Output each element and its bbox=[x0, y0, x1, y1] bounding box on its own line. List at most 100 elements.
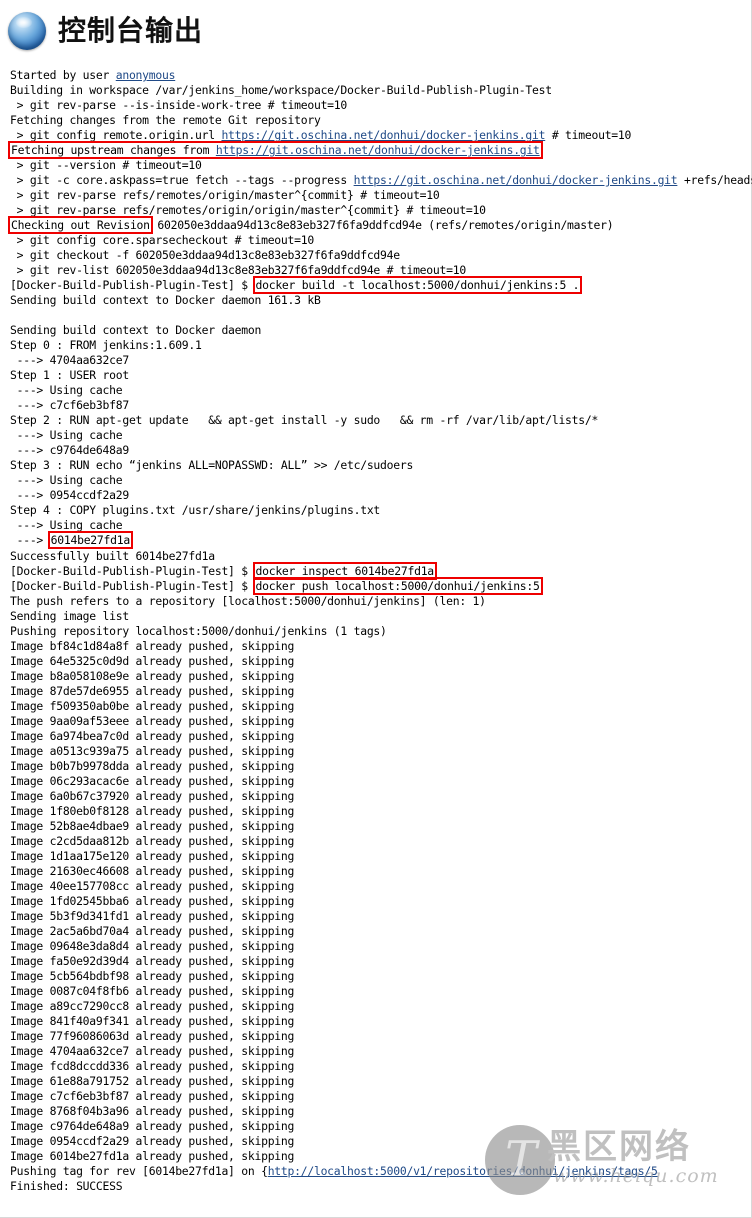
console-text: > git config core.sparsecheckout # timeo… bbox=[10, 233, 315, 248]
console-line: Image 87de57de6955 already pushed, skipp… bbox=[10, 684, 752, 699]
console-link[interactable]: anonymous bbox=[116, 68, 176, 82]
console-text: # timeout=10 bbox=[545, 128, 632, 143]
console-text: Image 1f80eb0f8128 already pushed, skipp… bbox=[10, 803, 295, 818]
page-header: 控制台输出 bbox=[0, 0, 751, 52]
highlight-box: docker build -t localhost:5000/donhui/je… bbox=[252, 276, 583, 295]
console-line: Step 4 : COPY plugins.txt /usr/share/jen… bbox=[10, 503, 752, 518]
console-text: Finished: SUCCESS bbox=[10, 1179, 123, 1194]
console-text: Sending build context to Docker daemon 1… bbox=[10, 293, 321, 308]
console-line: Image c2cd5daa812b already pushed, skipp… bbox=[10, 834, 752, 849]
console-text: Image 77f96086063d already pushed, skipp… bbox=[10, 1029, 295, 1043]
console-line: Image a0513c939a75 already pushed, skipp… bbox=[10, 744, 752, 759]
console-text: Image c7cf6eb3bf87 already pushed, skipp… bbox=[10, 1089, 295, 1104]
console-line: Image 06c293acac6e already pushed, skipp… bbox=[10, 774, 752, 789]
console-text: Image 6a0b67c37920 already pushed, skipp… bbox=[10, 788, 295, 803]
console-line: Step 0 : FROM jenkins:1.609.1 bbox=[10, 338, 752, 353]
console-line: > git -c core.askpass=true fetch --tags … bbox=[10, 173, 752, 188]
console-line: Image 40ee157708cc already pushed, skipp… bbox=[10, 879, 752, 894]
console-line: ---> Using cache bbox=[10, 518, 752, 533]
console-text: > git rev-parse refs/remotes/origin/mast… bbox=[10, 188, 440, 203]
console-line: Image 5cb564bdbf98 already pushed, skipp… bbox=[10, 969, 752, 984]
console-line: Image 841f40a9f341 already pushed, skipp… bbox=[10, 1014, 752, 1029]
console-line: Image 9aa09af53eee already pushed, skipp… bbox=[10, 714, 752, 729]
console-text: Image 64e5325c0d9d already pushed, skipp… bbox=[10, 653, 295, 668]
console-text: Fetching changes from the remote Git rep… bbox=[10, 113, 321, 128]
console-line: Image b8a058108e9e already pushed, skipp… bbox=[10, 669, 752, 684]
console-text: ---> c9764de648a9 bbox=[10, 443, 130, 458]
console-line: [Docker-Build-Publish-Plugin-Test] $ doc… bbox=[10, 561, 752, 580]
console-output-page: 控制台输出 Started by user anonymous Building … bbox=[0, 0, 752, 1218]
console-line: The push refers to a repository [localho… bbox=[10, 594, 752, 609]
console-link[interactable]: https://git.oschina.net/donhui/docker-je… bbox=[216, 143, 540, 157]
console-line: Image 1d1aa175e120 already pushed, skipp… bbox=[10, 849, 752, 864]
console-line: Image 61e88a791752 already pushed, skipp… bbox=[10, 1074, 752, 1089]
console-text: Image 5b3f9d341fd1 already pushed, skipp… bbox=[10, 908, 295, 923]
console-text: Fetching upstream changes from bbox=[11, 143, 216, 158]
console-text: Step 0 : FROM jenkins:1.609.1 bbox=[10, 338, 202, 353]
console-line: Image bf84c1d84a8f already pushed, skipp… bbox=[10, 639, 752, 654]
console-text: [Docker-Build-Publish-Plugin-Test] $ bbox=[10, 578, 255, 593]
console-text: ---> Using cache bbox=[10, 473, 123, 488]
console-text: Image b8a058108e9e already pushed, skipp… bbox=[10, 668, 295, 683]
console-line: Sending image list bbox=[10, 609, 752, 624]
console-text: Building in workspace /var/jenkins_home/… bbox=[10, 83, 552, 98]
console-line: ---> 0954ccdf2a29 bbox=[10, 488, 752, 503]
console-line: Fetching upstream changes from https://g… bbox=[8, 141, 752, 160]
console-text: Image 0954ccdf2a29 already pushed, skipp… bbox=[10, 1134, 295, 1149]
console-line: Image 6014be27fd1a already pushed, skipp… bbox=[10, 1149, 752, 1164]
console-text: Image bf84c1d84a8f already pushed, skipp… bbox=[10, 638, 295, 653]
console-text: Image 40ee157708cc already pushed, skipp… bbox=[10, 878, 295, 893]
console-line: ---> c9764de648a9 bbox=[10, 443, 752, 458]
console-text: Pushing tag for rev [6014be27fd1a] on { bbox=[10, 1164, 268, 1179]
console-line: Building in workspace /var/jenkins_home/… bbox=[10, 83, 752, 98]
console-line: Image 1f80eb0f8128 already pushed, skipp… bbox=[10, 804, 752, 819]
blue-sphere-icon bbox=[8, 12, 46, 50]
console-text: Pushing repository localhost:5000/donhui… bbox=[10, 623, 387, 638]
console-line: Image 52b8ae4dbae9 already pushed, skipp… bbox=[10, 819, 752, 834]
console-text: > git --version # timeout=10 bbox=[10, 158, 202, 173]
console-text: Image c9764de648a9 already pushed, skipp… bbox=[10, 1119, 295, 1134]
console-link[interactable]: https://git.oschina.net/donhui/docker-je… bbox=[354, 173, 678, 187]
console-text: > git rev-parse refs/remotes/origin/orig… bbox=[10, 203, 486, 218]
page-title: 控制台输出 bbox=[58, 14, 204, 47]
console-line: Image fa50e92d39d4 already pushed, skipp… bbox=[10, 954, 752, 969]
console-line: Pushing repository localhost:5000/donhui… bbox=[10, 624, 752, 639]
console-text: +refs/heads, bbox=[683, 173, 752, 188]
console-text: > git rev-parse --is-inside-work-tree # … bbox=[10, 98, 348, 113]
console-text: ---> Using cache bbox=[10, 383, 123, 398]
console-text: Step 3 : RUN echo “jenkins ALL=NOPASSWD:… bbox=[10, 458, 414, 473]
console-text: Image 09648e3da8d4 already pushed, skipp… bbox=[10, 938, 295, 953]
console-text: Image 9aa09af53eee already pushed, skipp… bbox=[10, 713, 295, 728]
console-text: Sending image list bbox=[10, 608, 129, 623]
console-text: Image 4704aa632ce7 already pushed, skipp… bbox=[10, 1044, 295, 1059]
console-text: Step 1 : USER root bbox=[10, 368, 129, 383]
console-text: Image 0087c04f8fb6 already pushed, skipp… bbox=[10, 983, 295, 998]
console-link[interactable]: https://git.oschina.net/donhui/docker-je… bbox=[221, 128, 545, 142]
console-text: > git checkout -f 602050e3ddaa94d13c8e83… bbox=[10, 248, 401, 263]
console-line: Sending build context to Docker daemon 1… bbox=[10, 293, 752, 308]
console-text: Image c2cd5daa812b already pushed, skipp… bbox=[10, 833, 295, 848]
console-output-log: Started by user anonymous Building in wor… bbox=[8, 68, 752, 1194]
console-line: > git rev-parse --is-inside-work-tree # … bbox=[10, 98, 752, 113]
console-text: ---> 4704aa632ce7 bbox=[10, 353, 130, 368]
console-line: Image c9764de648a9 already pushed, skipp… bbox=[10, 1119, 752, 1134]
console-line: Image 1fd02545bba6 already pushed, skipp… bbox=[10, 894, 752, 909]
console-line: Image f509350ab0be already pushed, skipp… bbox=[10, 699, 752, 714]
console-line: ---> 4704aa632ce7 bbox=[10, 353, 752, 368]
console-text: Image fcd8dccdd336 already pushed, skipp… bbox=[10, 1059, 295, 1074]
console-text: Image 87de57de6955 already pushed, skipp… bbox=[10, 683, 295, 698]
console-line: [Docker-Build-Publish-Plugin-Test] $ doc… bbox=[10, 276, 752, 295]
console-link[interactable]: http://localhost:5000/v1/repositories/do… bbox=[268, 1164, 658, 1178]
highlight-box: docker push localhost:5000/donhui/jenkin… bbox=[252, 576, 543, 595]
console-text: > git config remote.origin.url bbox=[10, 128, 222, 143]
console-text: Successfully built 6014be27fd1a bbox=[10, 548, 215, 563]
console-text: ---> c7cf6eb3bf87 bbox=[10, 398, 130, 413]
console-text: Image 8768f04b3a96 already pushed, skipp… bbox=[10, 1104, 295, 1119]
console-text: Image 52b8ae4dbae9 already pushed, skipp… bbox=[10, 818, 295, 833]
console-text: Image fa50e92d39d4 already pushed, skipp… bbox=[10, 953, 295, 968]
console-line: Pushing tag for rev [6014be27fd1a] on {h… bbox=[10, 1164, 752, 1179]
console-line: Fetching changes from the remote Git rep… bbox=[10, 113, 752, 128]
console-text: Step 2 : RUN apt-get update && apt-get i… bbox=[10, 413, 599, 428]
console-line: Image 77f96086063d already pushed, skipp… bbox=[10, 1029, 752, 1044]
